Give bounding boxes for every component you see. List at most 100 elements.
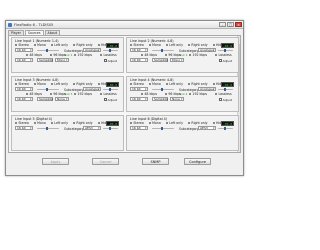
format-select[interactable]: 16 bit xyxy=(15,87,33,92)
channel-radio[interactable]: Right only xyxy=(188,121,208,125)
bitrate-radio[interactable]: 48 kbps xyxy=(26,92,42,96)
channel-radio[interactable]: Mono xyxy=(33,82,46,86)
balance-slider[interactable] xyxy=(103,126,118,131)
channel-radio[interactable]: Mono xyxy=(33,43,46,47)
slider-thumb[interactable] xyxy=(224,87,226,92)
snmp-button[interactable]: SNMP xyxy=(142,158,169,165)
channel-radio[interactable]: Mono xyxy=(148,82,161,86)
adjust-checkbox[interactable]: Adjust xyxy=(104,98,117,102)
bitrate-radio[interactable]: 48 kbps xyxy=(26,53,42,57)
channel-radio[interactable]: Mono xyxy=(148,43,161,47)
gain-slider[interactable] xyxy=(37,48,59,53)
subcategory-select[interactable]: Analogue xyxy=(83,87,101,92)
slider-thumb[interactable] xyxy=(109,48,111,53)
slider-thumb[interactable] xyxy=(161,126,163,131)
bitrate-radio[interactable]: 96 kbps xyxy=(50,53,66,57)
subcategory-select[interactable]: Analogue xyxy=(198,87,216,92)
channel-radio[interactable]: Right only xyxy=(188,43,208,47)
bitrate-radio[interactable]: 192 kbps xyxy=(74,92,92,96)
balance-slider[interactable] xyxy=(103,48,118,53)
sampling-select[interactable]: Sampling xyxy=(152,97,168,102)
channel-radio[interactable]: Left only xyxy=(165,43,183,47)
bitrate-radio[interactable]: 48 kbps xyxy=(141,92,157,96)
subcategory-select[interactable]: Analogue xyxy=(83,48,101,53)
balance-slider[interactable] xyxy=(218,48,233,53)
channel-radio[interactable]: Left only xyxy=(165,82,183,86)
bitrate-radio[interactable]: Lossless xyxy=(215,92,232,96)
slider-thumb[interactable] xyxy=(46,48,48,53)
bitrate-radio[interactable]: 48 kbps xyxy=(141,53,157,57)
channel-radio[interactable]: Right only xyxy=(73,121,93,125)
format-select[interactable]: 16 bit xyxy=(130,126,148,131)
bitrate-radio[interactable]: 192 kbps xyxy=(74,53,92,57)
mode-select[interactable]: Mono xyxy=(55,58,69,63)
gain-slider[interactable] xyxy=(37,126,59,131)
channel-radio[interactable]: Stereo xyxy=(15,121,29,125)
channel-radio[interactable]: Left only xyxy=(50,121,68,125)
slider-thumb[interactable] xyxy=(224,126,226,131)
slider-thumb[interactable] xyxy=(161,48,163,53)
format-select[interactable]: 16 bit xyxy=(130,87,148,92)
bitrate-radio[interactable]: Lossless xyxy=(100,53,117,57)
bitrate-radio[interactable]: 96 kbps xyxy=(50,92,66,96)
format-select[interactable]: 16 bit xyxy=(15,126,33,131)
channel-radio[interactable]: Right only xyxy=(188,82,208,86)
cancel-button[interactable]: Cancel xyxy=(92,158,119,165)
slider-thumb[interactable] xyxy=(109,126,111,131)
mode-select[interactable]: Mono xyxy=(170,58,184,63)
format-select[interactable]: 16 bit xyxy=(130,48,148,53)
bitrate-radio[interactable]: 96 kbps xyxy=(165,53,181,57)
channel-radio[interactable]: Left only xyxy=(50,43,68,47)
slider-thumb[interactable] xyxy=(161,87,163,92)
gain-slider[interactable] xyxy=(152,126,174,131)
gain-slider[interactable] xyxy=(152,87,174,92)
channel-radio[interactable]: Right only xyxy=(73,43,93,47)
rate-select[interactable]: 16 bit xyxy=(130,58,148,63)
channel-radio[interactable]: Stereo xyxy=(15,43,29,47)
title-bar[interactable]: FlexRadio 6 - TLDIS05 – □ × xyxy=(6,21,243,29)
bitrate-radio[interactable]: 192 kbps xyxy=(189,92,207,96)
adjust-checkbox[interactable]: Adjust xyxy=(104,59,117,63)
mode-select[interactable]: None xyxy=(55,97,69,102)
adjust-checkbox[interactable]: Adjust xyxy=(219,98,232,102)
slider-thumb[interactable] xyxy=(109,87,111,92)
rate-select[interactable]: 16 bit xyxy=(130,97,148,102)
channel-radio[interactable]: Stereo xyxy=(130,82,144,86)
rate-select[interactable]: 16 bit xyxy=(15,58,33,63)
configure-button[interactable]: Configure xyxy=(184,158,211,165)
sampling-select[interactable]: Sampling xyxy=(37,58,53,63)
balance-slider[interactable] xyxy=(103,87,118,92)
subcategory-select[interactable]: Analogue xyxy=(198,48,216,53)
sampling-select[interactable]: Sampling xyxy=(152,58,168,63)
close-button[interactable]: × xyxy=(235,22,242,27)
bitrate-radio[interactable]: 96 kbps xyxy=(165,92,181,96)
gain-slider[interactable] xyxy=(37,87,59,92)
format-select[interactable]: 16 bit xyxy=(15,48,33,53)
bitrate-radio[interactable]: 192 kbps xyxy=(189,53,207,57)
mode-select[interactable]: None xyxy=(170,97,184,102)
subcategory-select[interactable]: AES3 xyxy=(198,126,216,131)
channel-radio[interactable]: Left only xyxy=(165,121,183,125)
gain-slider[interactable] xyxy=(152,48,174,53)
channel-radio[interactable]: Mono xyxy=(33,121,46,125)
sampling-select[interactable]: Sampling xyxy=(37,97,53,102)
channel-radio[interactable]: Left only xyxy=(50,82,68,86)
apply-button[interactable]: Apply xyxy=(42,158,69,165)
slider-thumb[interactable] xyxy=(224,48,226,53)
maximize-button[interactable]: □ xyxy=(227,22,234,27)
subcategory-select[interactable]: AES3 xyxy=(83,126,101,131)
adjust-checkbox[interactable]: Adjust xyxy=(219,59,232,63)
channel-radio[interactable]: Stereo xyxy=(130,121,144,125)
bitrate-radio[interactable]: Lossless xyxy=(215,53,232,57)
balance-slider[interactable] xyxy=(218,87,233,92)
slider-thumb[interactable] xyxy=(46,87,48,92)
minimize-button[interactable]: – xyxy=(219,22,226,27)
slider-thumb[interactable] xyxy=(46,126,48,131)
channel-radio[interactable]: Mono xyxy=(148,121,161,125)
rate-select[interactable]: 16 bit xyxy=(15,97,33,102)
channel-radio[interactable]: Right only xyxy=(73,82,93,86)
channel-radio[interactable]: Stereo xyxy=(15,82,29,86)
channel-radio[interactable]: Stereo xyxy=(130,43,144,47)
bitrate-radio[interactable]: Lossless xyxy=(100,92,117,96)
balance-slider[interactable] xyxy=(218,126,233,131)
